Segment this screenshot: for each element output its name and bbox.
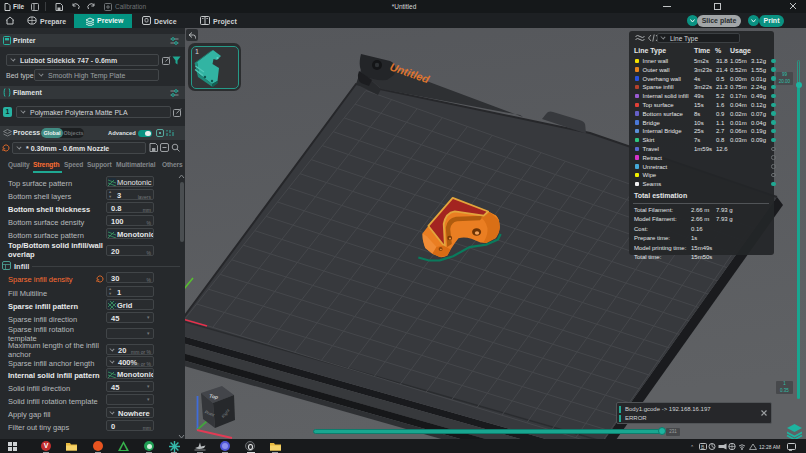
svg-text:B: B <box>701 444 705 450</box>
